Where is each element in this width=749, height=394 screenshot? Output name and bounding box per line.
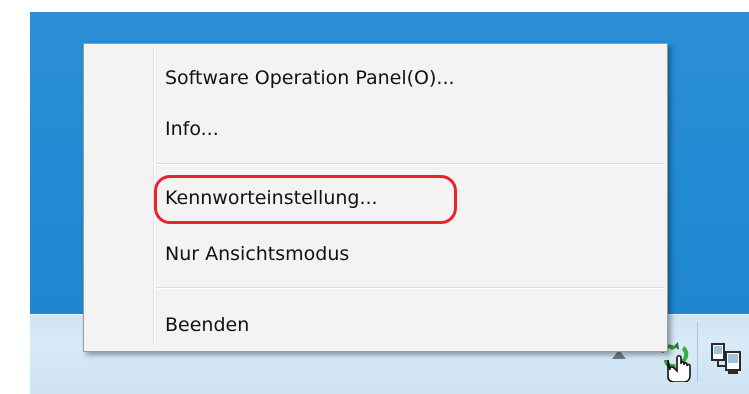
tray-divider xyxy=(697,322,698,382)
network-icon[interactable] xyxy=(710,340,744,376)
menu-item-view-only-mode[interactable]: Nur Ansichtsmodus xyxy=(165,236,349,272)
screen: Software Operation Panel(O)... Info... K… xyxy=(0,0,749,394)
highlight-annotation xyxy=(154,175,457,224)
menu-separator xyxy=(156,163,664,165)
context-menu: Software Operation Panel(O)... Info... K… xyxy=(83,43,668,352)
menu-item-exit[interactable]: Beenden xyxy=(165,307,249,343)
menu-separator xyxy=(156,287,664,289)
menu-item-software-operation-panel[interactable]: Software Operation Panel(O)... xyxy=(165,60,455,96)
menu-item-info[interactable]: Info... xyxy=(165,111,219,147)
